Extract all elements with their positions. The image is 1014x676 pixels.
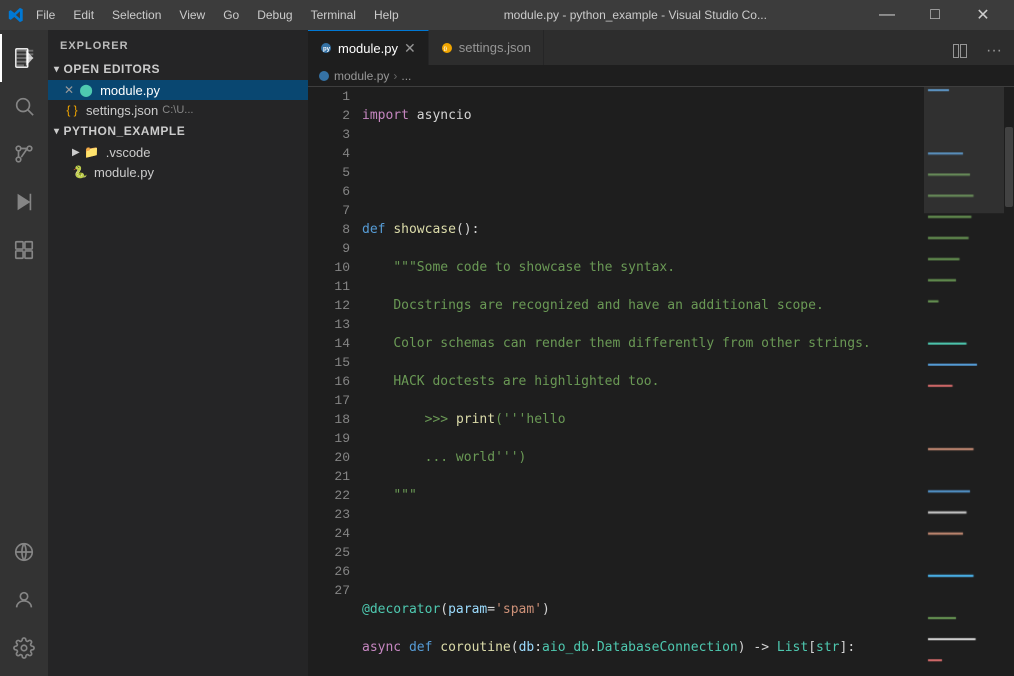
minimize-button[interactable]: — — [864, 0, 910, 30]
open-editor-module-label: module.py — [100, 83, 160, 98]
tab-module-py[interactable]: py module.py ✕ — [308, 30, 429, 65]
menu-selection[interactable]: Selection — [104, 6, 169, 24]
json-tab-icon: {} — [441, 42, 453, 54]
breadcrumb-filename[interactable]: module.py — [334, 69, 389, 83]
maximize-button[interactable]: □ — [912, 0, 958, 30]
activity-source-control[interactable] — [0, 130, 48, 178]
open-editors-section[interactable]: ▾ OPEN EDITORS — [48, 58, 308, 80]
breadcrumb-sep: › — [393, 69, 397, 83]
more-actions-button[interactable]: ··· — [980, 37, 1008, 65]
svg-text:{}: {} — [443, 46, 447, 51]
settings-path-suffix: C:\U... — [162, 104, 193, 116]
open-editors-chevron: ▾ — [54, 64, 60, 75]
vscode-logo-icon — [8, 7, 24, 23]
menu-edit[interactable]: Edit — [65, 6, 102, 24]
sidebar-item-module-py-open[interactable]: ✕ ⬤ module.py — [48, 80, 308, 100]
sidebar-item-vscode-folder[interactable]: ▶ 📁 .vscode — [48, 142, 308, 162]
folder-icon: 📁 — [84, 144, 100, 160]
project-chevron: ▾ — [54, 126, 60, 137]
menu-help[interactable]: Help — [366, 6, 407, 24]
project-section[interactable]: ▾ PYTHON_EXAMPLE — [48, 120, 308, 142]
activity-bar — [0, 30, 48, 676]
activity-remote[interactable] — [0, 528, 48, 576]
editor-area: py module.py ✕ {} settings.json — [308, 30, 1014, 676]
tabs-bar: py module.py ✕ {} settings.json — [308, 30, 1014, 65]
svg-text:py: py — [323, 47, 331, 53]
tab-module-py-close[interactable]: ✕ — [404, 41, 416, 55]
vscode-folder-chevron: ▶ — [72, 147, 80, 158]
close-button[interactable]: ✕ — [960, 0, 1006, 30]
menu-go[interactable]: Go — [215, 6, 247, 24]
activity-accounts[interactable] — [0, 576, 48, 624]
py-breadcrumb-icon — [318, 70, 330, 82]
module-py-label: module.py — [94, 165, 154, 180]
activity-explorer[interactable] — [0, 34, 48, 82]
tabs-actions: ··· — [940, 37, 1014, 65]
menu-terminal[interactable]: Terminal — [303, 6, 364, 24]
open-editors-label: OPEN EDITORS — [64, 62, 160, 76]
close-module-icon[interactable]: ✕ — [64, 83, 74, 97]
titlebar: File Edit Selection View Go Debug Termin… — [0, 0, 1014, 30]
tab-settings-json-label: settings.json — [459, 40, 531, 55]
minimap — [924, 87, 1004, 676]
line-numbers: 12345 678910 1112131415 1617181920 21222… — [308, 87, 358, 676]
scrollbar-thumb[interactable] — [1005, 127, 1013, 207]
breadcrumb-rest[interactable]: ... — [401, 69, 411, 83]
activity-extensions[interactable] — [0, 226, 48, 274]
py-file-icon2: 🐍 — [72, 164, 88, 180]
titlebar-left: File Edit Selection View Go Debug Termin… — [8, 6, 407, 24]
json-file-icon: { } — [64, 102, 80, 118]
vertical-scrollbar[interactable] — [1004, 87, 1014, 676]
py-tab-icon: py — [320, 42, 332, 54]
sidebar: EXPLORER ▾ OPEN EDITORS ✕ ⬤ module.py { … — [48, 30, 308, 676]
vscode-folder-label: .vscode — [106, 145, 151, 160]
menu-debug[interactable]: Debug — [249, 6, 300, 24]
titlebar-menu: File Edit Selection View Go Debug Termin… — [28, 6, 407, 24]
menu-view[interactable]: View — [171, 6, 213, 24]
activity-run[interactable] — [0, 178, 48, 226]
sidebar-item-settings-json-open[interactable]: { } settings.json C:\U... — [48, 100, 308, 120]
project-label: PYTHON_EXAMPLE — [64, 124, 186, 138]
py-file-icon: ⬤ — [78, 82, 94, 98]
tab-module-py-label: module.py — [338, 41, 398, 56]
sidebar-title: EXPLORER — [48, 30, 308, 58]
window-title: module.py - python_example - Visual Stud… — [407, 8, 864, 22]
open-editor-settings-label: settings.json — [86, 103, 158, 118]
menu-file[interactable]: File — [28, 6, 63, 24]
main-layout: EXPLORER ▾ OPEN EDITORS ✕ ⬤ module.py { … — [0, 30, 1014, 676]
sidebar-item-module-py[interactable]: 🐍 module.py — [48, 162, 308, 182]
code-content[interactable]: import asyncio def showcase(): """Some c… — [358, 87, 924, 676]
breadcrumb: module.py › ... — [308, 65, 1014, 87]
minimap-canvas — [924, 87, 1004, 676]
titlebar-controls: — □ ✕ — [864, 0, 1006, 30]
code-editor: 12345 678910 1112131415 1617181920 21222… — [308, 87, 1014, 676]
activity-search[interactable] — [0, 82, 48, 130]
activity-settings[interactable] — [0, 624, 48, 672]
tab-settings-json[interactable]: {} settings.json — [429, 30, 544, 65]
split-editor-button[interactable] — [946, 37, 974, 65]
